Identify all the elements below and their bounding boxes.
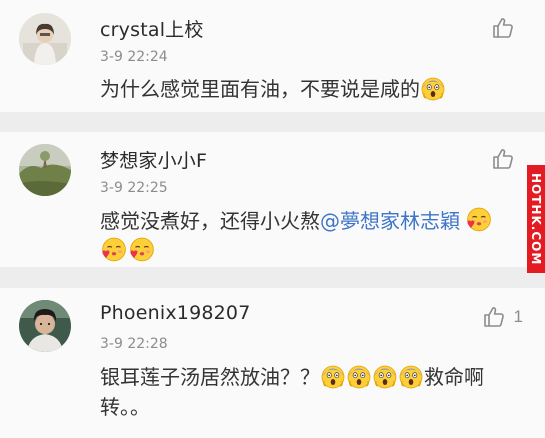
- avatar[interactable]: [19, 13, 71, 65]
- thumbs-up-icon: [491, 147, 515, 171]
- avatar-image: [19, 300, 71, 352]
- scream-emoji-icon: [421, 77, 445, 101]
- timestamp: 3-9 22:28: [100, 336, 168, 352]
- avatar-image: [19, 13, 71, 65]
- comment-card: crystal上校 3-9 22:24 为什么感觉里面有油，不要说是咸的: [0, 0, 545, 112]
- avatar[interactable]: [19, 144, 71, 196]
- username[interactable]: 梦想家小小F: [100, 146, 207, 173]
- like-count: 1: [513, 307, 523, 326]
- kiss-emoji-icon: [466, 207, 492, 233]
- comment-text-line2: 转。。: [100, 395, 150, 419]
- comment-text: 为什么感觉里面有油，不要说是咸的: [100, 74, 530, 104]
- kiss-emoji-icon: [101, 237, 127, 263]
- avatar[interactable]: [19, 300, 71, 352]
- scream-emoji-icon: [373, 365, 397, 389]
- mention-link[interactable]: @夢想家林志穎: [320, 209, 460, 233]
- username[interactable]: Phoenix198207: [100, 302, 251, 324]
- scream-emoji-icon: [321, 365, 345, 389]
- username[interactable]: crystal上校: [100, 15, 204, 42]
- like-button[interactable]: [491, 16, 523, 40]
- like-button[interactable]: [491, 147, 523, 171]
- comment-text-continued: 救命啊: [424, 365, 484, 389]
- kiss-emoji-icon: [129, 237, 155, 263]
- avatar-image: [19, 144, 71, 196]
- scream-emoji-icon: [347, 365, 371, 389]
- comment-text: 感觉没煮好，还得小火熬@夢想家林志穎: [100, 206, 530, 266]
- scream-emoji-icon: [399, 365, 423, 389]
- timestamp: 3-9 22:25: [100, 180, 168, 196]
- watermark-badge: HOTHK.COM: [527, 165, 545, 273]
- comment-text-content: 感觉没煮好，还得小火熬: [100, 209, 320, 233]
- comment-card: Phoenix198207 3-9 22:28 银耳莲子汤居然放油？？ 救命啊 转…: [0, 288, 545, 438]
- timestamp: 3-9 22:24: [100, 49, 168, 65]
- thumbs-up-icon: [482, 305, 506, 329]
- comment-text-content: 为什么感觉里面有油，不要说是咸的: [100, 77, 420, 101]
- thumbs-up-icon: [491, 16, 515, 40]
- comment-text: 银耳莲子汤居然放油？？ 救命啊 转。。: [100, 362, 530, 422]
- comment-card: 梦想家小小F 3-9 22:25 感觉没煮好，还得小火熬@夢想家林志穎: [0, 132, 545, 267]
- comment-text-content: 银耳莲子汤居然放油？？: [100, 365, 320, 389]
- like-button[interactable]: 1: [482, 305, 523, 329]
